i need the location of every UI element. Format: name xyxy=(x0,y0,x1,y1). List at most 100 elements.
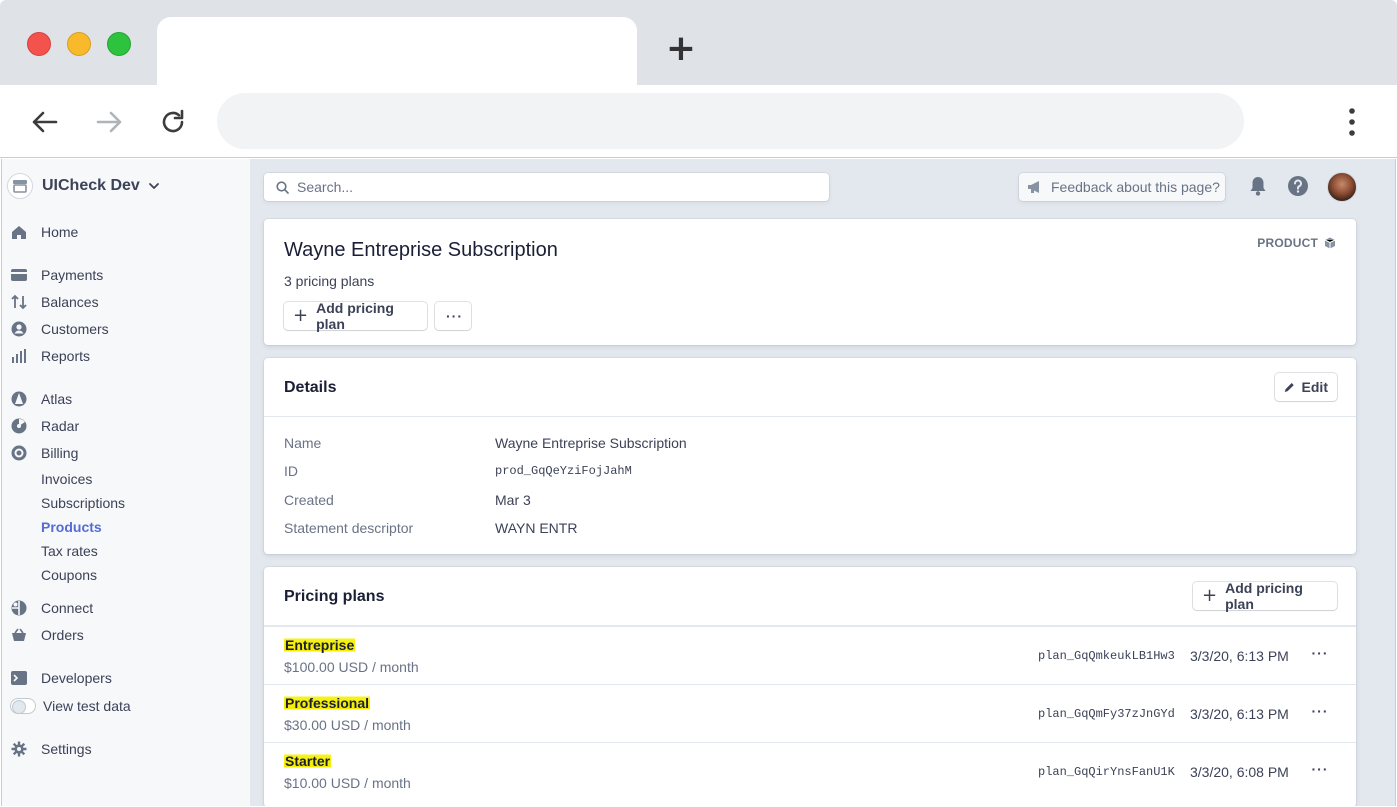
sidebar-item-connect[interactable]: Connect xyxy=(10,598,93,618)
sidebar-item-developers[interactable]: Developers xyxy=(10,668,112,688)
detail-key: Created xyxy=(284,492,334,508)
sidebar-item-reports[interactable]: Reports xyxy=(10,346,90,366)
plan-created-date: 3/3/20, 6:13 PM xyxy=(1190,706,1289,722)
kebab-menu-icon xyxy=(1349,108,1355,136)
sidebar-item-billing[interactable]: Billing xyxy=(10,443,78,463)
feedback-label: Feedback about this page? xyxy=(1051,179,1220,195)
row-more-button[interactable]: ··· xyxy=(1310,703,1330,723)
sidebar-item-label: Settings xyxy=(41,741,92,757)
sidebar-subitem-subscriptions[interactable]: Subscriptions xyxy=(41,493,125,513)
home-icon xyxy=(10,223,28,241)
sidebar-item-atlas[interactable]: Atlas xyxy=(10,389,72,409)
plan-id: plan_GqQmkeukLB1Hw3 xyxy=(1038,649,1175,663)
sidebar-subitem-products[interactable]: Products xyxy=(41,517,102,537)
browser-menu-button[interactable] xyxy=(1338,105,1366,139)
back-button[interactable] xyxy=(28,105,62,139)
gear-icon xyxy=(10,740,28,758)
button-label: Add pricing plan xyxy=(1225,580,1303,612)
bell-icon xyxy=(1250,177,1266,196)
row-more-button[interactable]: ··· xyxy=(1310,761,1330,781)
sidebar-item-orders[interactable]: Orders xyxy=(10,625,84,645)
button-label: Add pricing plan xyxy=(316,300,394,332)
atlas-icon xyxy=(10,390,28,408)
reload-icon xyxy=(162,109,184,133)
sidebar-item-label: Developers xyxy=(41,670,112,686)
minimize-window-button[interactable] xyxy=(67,32,91,56)
sidebar-item-radar[interactable]: Radar xyxy=(10,416,79,436)
sidebar-item-settings[interactable]: Settings xyxy=(10,739,92,759)
sidebar-item-label: Billing xyxy=(41,445,79,461)
plan-price: $10.00 USD / month xyxy=(284,775,411,791)
maximize-window-button[interactable] xyxy=(107,32,131,56)
sidebar-item-label: Connect xyxy=(41,600,94,616)
details-title: Details xyxy=(284,379,337,396)
account-switcher[interactable]: UICheck Dev xyxy=(7,173,160,199)
detail-row-created: Created Mar 3 xyxy=(284,490,531,510)
detail-row-name: Name Wayne Entreprise Subscription xyxy=(284,433,687,453)
reload-button[interactable] xyxy=(156,105,190,139)
browser-tab-active[interactable] xyxy=(157,17,637,87)
customers-icon xyxy=(10,320,28,338)
store-icon xyxy=(7,173,33,199)
detail-key: Name xyxy=(284,435,322,451)
arrow-right-icon xyxy=(96,111,122,133)
sidebar-subitem-coupons[interactable]: Coupons xyxy=(41,565,97,585)
close-window-button[interactable] xyxy=(27,32,51,56)
sidebar-item-view-test-data[interactable]: View test data xyxy=(10,696,131,716)
sidebar-item-home[interactable]: Home xyxy=(10,222,78,242)
search-input[interactable] xyxy=(297,179,797,195)
detail-key: Statement descriptor xyxy=(284,520,414,536)
sidebar-item-label: Radar xyxy=(41,418,80,434)
row-more-button[interactable]: ··· xyxy=(1310,645,1330,665)
detail-row-statement-descriptor: Statement descriptor WAYN ENTR xyxy=(284,518,577,538)
forward-button[interactable] xyxy=(92,105,126,139)
sidebar-subitem-invoices[interactable]: Invoices xyxy=(41,469,92,489)
search-bar[interactable] xyxy=(264,173,829,201)
sidebar-item-payments[interactable]: Payments xyxy=(10,265,103,285)
connect-icon xyxy=(10,599,28,617)
sidebar-item-label: Balances xyxy=(41,294,99,310)
plan-name[interactable]: Starter xyxy=(284,753,332,769)
help-button[interactable] xyxy=(1287,175,1309,197)
address-bar[interactable] xyxy=(217,93,1244,149)
feedback-button[interactable]: Feedback about this page? xyxy=(1019,173,1225,201)
table-row[interactable]: Starter $10.00 USD / month plan_GqQirYns… xyxy=(264,742,1356,800)
sidebar-item-balances[interactable]: Balances xyxy=(10,292,99,312)
detail-value: Mar 3 xyxy=(495,492,531,508)
plan-created-date: 3/3/20, 6:08 PM xyxy=(1190,764,1289,780)
product-type-badge: PRODUCT xyxy=(1257,236,1336,250)
add-pricing-plan-button[interactable]: + Add pricing plan xyxy=(284,300,427,332)
plus-icon: + xyxy=(293,305,309,326)
test-data-toggle[interactable] xyxy=(10,698,36,714)
add-pricing-plan-button-secondary[interactable]: + Add pricing plan xyxy=(1193,580,1337,612)
browser-toolbar xyxy=(0,85,1397,158)
new-tab-button[interactable]: + xyxy=(664,31,698,67)
sidebar-item-label: Customers xyxy=(41,321,109,337)
pricing-plans-card: Pricing plans + Add pricing plan Entrepr… xyxy=(264,567,1356,806)
orders-icon xyxy=(10,626,28,644)
detail-row-id: ID prod_GqQeYziFojJahM xyxy=(284,461,632,481)
notifications-button[interactable] xyxy=(1247,175,1269,197)
sidebar-item-label: Orders xyxy=(41,627,84,643)
sidebar-subitem-tax-rates[interactable]: Tax rates xyxy=(41,541,98,561)
page-title: Wayne Entreprise Subscription xyxy=(284,239,558,261)
sidebar-item-label: Atlas xyxy=(41,391,73,407)
plan-name[interactable]: Entreprise xyxy=(284,637,356,653)
more-actions-button[interactable]: ··· xyxy=(435,302,471,330)
search-icon xyxy=(276,180,289,194)
account-name: UICheck Dev xyxy=(42,177,140,194)
product-header-card: Wayne Entreprise Subscription 3 pricing … xyxy=(264,219,1356,345)
details-header: Details Edit xyxy=(264,358,1356,417)
sidebar-item-customers[interactable]: Customers xyxy=(10,319,109,339)
avatar[interactable] xyxy=(1327,172,1357,202)
plan-id: plan_GqQirYnsFanU1K xyxy=(1038,765,1175,779)
edit-button[interactable]: Edit xyxy=(1275,373,1337,401)
plan-price: $100.00 USD / month xyxy=(284,659,419,675)
sidebar-item-label: Home xyxy=(41,224,79,240)
table-row[interactable]: Entreprise $100.00 USD / month plan_GqQm… xyxy=(264,626,1356,684)
chevron-down-icon xyxy=(148,183,159,189)
table-row[interactable]: Professional $30.00 USD / month plan_GqQ… xyxy=(264,684,1356,742)
details-card: Details Edit Name Wayne Entreprise Subsc… xyxy=(264,358,1356,554)
plan-name[interactable]: Professional xyxy=(284,695,371,711)
button-label: Edit xyxy=(1301,379,1328,395)
